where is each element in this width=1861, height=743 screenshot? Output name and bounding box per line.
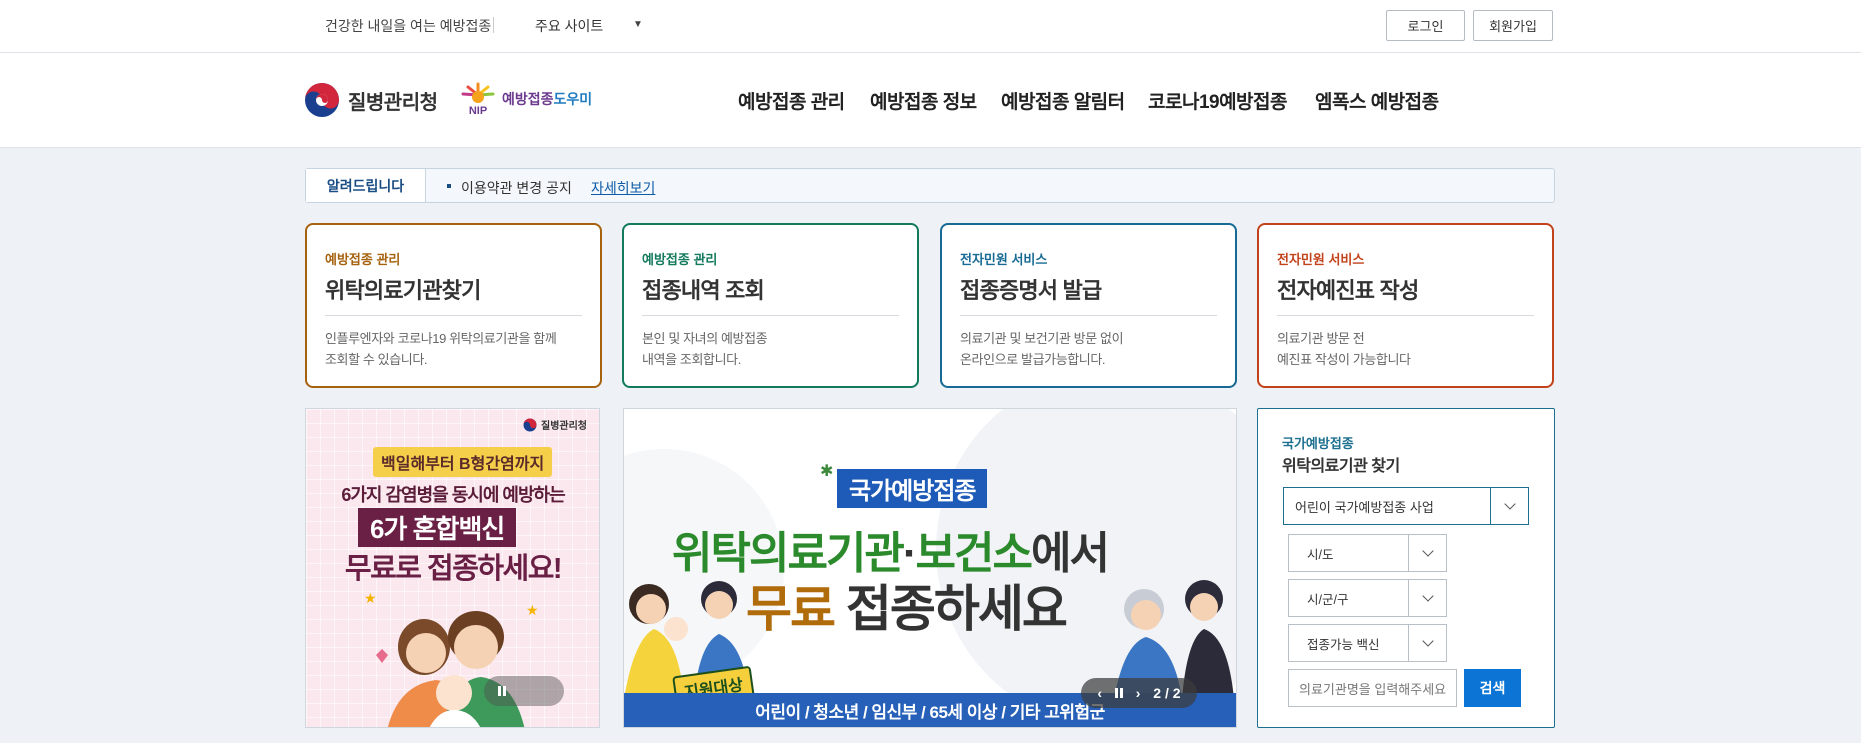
desc-line: 의료기관 및 보건기관 방문 없이 <box>960 331 1124 346</box>
nip-logo[interactable]: NIP 예방접종도우미 <box>458 81 592 117</box>
notice-message[interactable]: 이용약관 변경 공지 <box>461 178 572 198</box>
prev-icon[interactable]: ‹ <box>1097 685 1102 701</box>
program-select[interactable]: 어린이 국가예방접종 사업 <box>1283 487 1529 525</box>
banner-subheadline: 무료 접종하세요 <box>746 569 1068 641</box>
nip-sun-logo-icon: NIP <box>461 82 495 117</box>
card-title: 전자예진표 작성 <box>1277 278 1419 303</box>
sido-select-value: 시/도 <box>1307 547 1334 562</box>
notice-bar: 알려드립니다 이용약관 변경 공지 자세히보기 <box>305 168 1555 203</box>
nav-vaccination-news[interactable]: 예방접종 알림터 <box>1001 87 1125 114</box>
nav-vaccination-info[interactable]: 예방접종 정보 <box>870 87 977 114</box>
login-button[interactable]: 로그인 <box>1386 10 1465 41</box>
nip-name-b: 도우미 <box>553 91 593 107</box>
desc-line: 의료기관 방문 전 <box>1277 331 1365 346</box>
desc-line: 온라인으로 발급가능합니다. <box>960 352 1106 367</box>
clinic-search-panel: 국가예방접종 위탁의료기관 찾기 어린이 국가예방접종 사업 시/도 시/군/구… <box>1257 408 1555 728</box>
banner-badge: 국가예방접종 <box>837 469 988 508</box>
desc-line: 내역을 조회합니다. <box>642 352 741 367</box>
card-e-questionnaire[interactable]: 전자민원 서비스 전자예진표 작성 의료기관 방문 전예진표 작성이 가능합니다 <box>1257 223 1554 388</box>
desc-line: 인플루엔자와 코로나19 위탁의료기관을 함께 <box>325 331 557 346</box>
divider <box>960 315 1217 316</box>
program-select-value: 어린이 국가예방접종 사업 <box>1295 499 1434 515</box>
poster-pill: 백일해부터 B형간염까지 <box>373 447 553 477</box>
card-description: 인플루엔자와 코로나19 위탁의료기관을 함께조회할 수 있습니다. <box>325 328 586 370</box>
hexavalent-vaccine-poster[interactable]: 질병관리청 백일해부터 B형간염까지 6가지 감염병을 동시에 예방하는 6가 … <box>305 408 600 728</box>
card-certificate[interactable]: 전자민원 서비스 접종증명서 발급 의료기관 및 보건기관 방문 없이온라인으로… <box>940 223 1237 388</box>
nav-covid19-vaccination[interactable]: 코로나19예방접종 <box>1148 87 1288 114</box>
card-description: 의료기관 방문 전예진표 작성이 가능합니다 <box>1277 328 1538 370</box>
chevron-down-icon[interactable] <box>1408 580 1446 616</box>
nip-name: 예방접종도우미 <box>502 89 592 109</box>
site-slogan: 건강한 내일을 여는 예방접종 <box>325 18 492 34</box>
chevron-down-icon[interactable] <box>1408 625 1446 661</box>
taegeuk-emblem-icon <box>523 418 537 431</box>
sido-select[interactable]: 시/도 <box>1288 534 1447 572</box>
sigungu-select-value: 시/군/구 <box>1307 592 1349 607</box>
chevron-down-icon[interactable] <box>1490 488 1528 524</box>
card-vaccination-history[interactable]: 예방접종 관리 접종내역 조회 본인 및 자녀의 예방접종내역을 조회합니다. <box>622 223 919 388</box>
divider <box>642 315 899 316</box>
bullet-icon <box>447 184 451 188</box>
divider <box>1277 315 1534 316</box>
card-title: 접종내역 조회 <box>642 278 765 303</box>
search-title-small: 국가예방접종 <box>1282 436 1354 451</box>
subheadline-part: 접종하세요 <box>834 581 1068 637</box>
card-category: 전자민원 서비스 <box>1277 252 1365 267</box>
poster-line2: 6가 혼합백신 <box>358 508 517 547</box>
pause-icon[interactable] <box>1114 688 1123 698</box>
card-category: 예방접종 관리 <box>642 252 718 267</box>
divider <box>325 315 582 316</box>
poster-line3: 무료로 접종하세요! <box>344 553 563 585</box>
sigungu-select[interactable]: 시/군/구 <box>1288 579 1447 617</box>
notice-more-link[interactable]: 자세히보기 <box>591 178 655 198</box>
nav-mpox-vaccination[interactable]: 엠폭스 예방접종 <box>1315 87 1439 114</box>
notice-tag: 알려드립니다 <box>306 169 426 202</box>
major-sites-select[interactable]: 주요 사이트 <box>535 16 603 36</box>
banner-controls: ‹ › 2 / 2 <box>1081 678 1197 708</box>
search-button[interactable]: 검색 <box>1464 669 1521 707</box>
family-illustration: ★ ★ <box>364 590 539 727</box>
nip-mark-text: NIP <box>469 105 487 117</box>
chevron-down-icon[interactable] <box>1408 535 1446 571</box>
poster-logo: 질병관리청 <box>523 417 587 432</box>
svg-text:★: ★ <box>526 602 539 618</box>
clinic-name-input[interactable]: 의료기관명을 입력해주세요 <box>1288 669 1457 707</box>
poster-pause-button[interactable] <box>484 676 564 706</box>
card-find-clinic[interactable]: 예방접종 관리 위탁의료기관찾기 인플루엔자와 코로나19 위탁의료기관을 함께… <box>305 223 602 388</box>
vaccine-select-value: 접종가능 백신 <box>1307 637 1380 652</box>
card-title: 접종증명서 발급 <box>960 278 1102 303</box>
kdca-logo[interactable]: 질병관리청 <box>304 82 438 118</box>
card-category: 예방접종 관리 <box>325 252 401 267</box>
header: 질병관리청 NIP 예방접종도우미 예방접종 관리 예방접종 정보 예방접종 알… <box>0 53 1861 148</box>
nav-vaccination-management[interactable]: 예방접종 관리 <box>738 87 845 114</box>
pause-icon <box>498 686 501 696</box>
utility-bar: 건강한 내일을 여는 예방접종 주요 사이트 ▼ 로그인 회원가입 <box>0 0 1861 53</box>
card-category: 전자민원 서비스 <box>960 252 1048 267</box>
poster-line1: 6가지 감염병을 동시에 예방하는 <box>341 485 565 505</box>
card-description: 의료기관 및 보건기관 방문 없이온라인으로 발급가능합니다. <box>960 328 1221 370</box>
join-button[interactable]: 회원가입 <box>1473 10 1553 41</box>
org-name: 질병관리청 <box>348 91 438 114</box>
nip-name-a: 예방접종 <box>502 91 554 107</box>
card-title: 위탁의료기관찾기 <box>325 278 481 303</box>
star-icon: ✱ <box>820 463 834 480</box>
svg-text:★: ★ <box>364 590 377 606</box>
poster-logo-text: 질병관리청 <box>541 421 587 432</box>
desc-line: 본인 및 자녀의 예방접종 <box>642 331 768 346</box>
taegeuk-emblem-icon <box>305 83 339 117</box>
desc-line: 예진표 작성이 가능합니다 <box>1277 352 1411 367</box>
card-description: 본인 및 자녀의 예방접종내역을 조회합니다. <box>642 328 903 370</box>
desc-line: 조회할 수 있습니다. <box>325 352 428 367</box>
national-vaccination-banner[interactable]: ✱ 국가예방접종 위탁의료기관·보건소에서 무료 접종하세요 지원대상 어린이 … <box>623 408 1237 728</box>
caret-down-icon[interactable]: ▼ <box>633 19 643 30</box>
divider <box>493 17 494 33</box>
banner-page-indicator: 2 / 2 <box>1153 685 1181 701</box>
next-icon[interactable]: › <box>1136 685 1141 701</box>
vaccine-select[interactable]: 접종가능 백신 <box>1288 624 1447 662</box>
search-title: 위탁의료기관 찾기 <box>1282 458 1400 475</box>
